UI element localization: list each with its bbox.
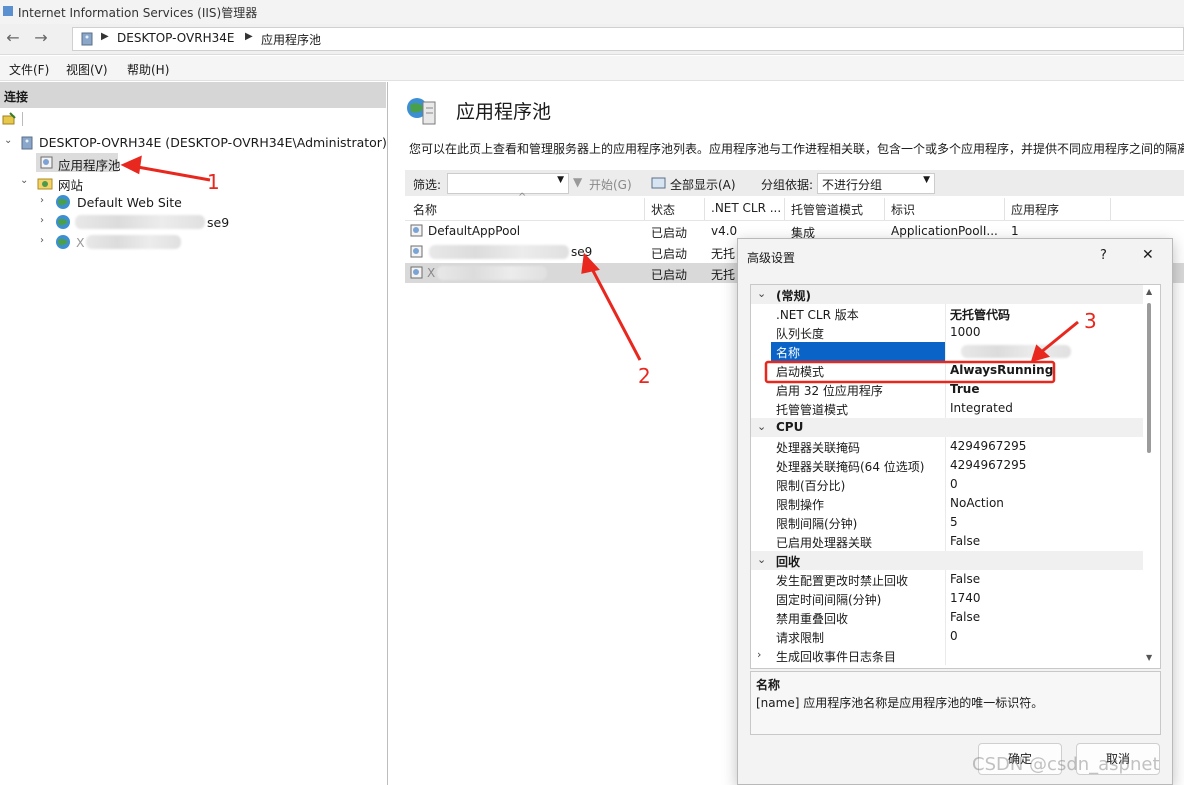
annotation-arrow-2 — [588, 264, 642, 361]
annotation-layer — [120, 155, 1079, 384]
watermark: CSDN @csdn_aspnet — [972, 754, 1160, 775]
annotation-arrowhead-2 — [581, 252, 600, 274]
annotation-highlight-box — [764, 360, 1056, 384]
annotation-label-1: 1 — [207, 170, 220, 194]
annotation-arrowhead-1 — [120, 155, 142, 175]
annotation-arrow-1 — [131, 164, 211, 182]
annotation-label-3: 3 — [1084, 309, 1097, 333]
annotation-label-2: 2 — [638, 364, 651, 388]
annotation-arrow-3 — [1039, 320, 1079, 355]
